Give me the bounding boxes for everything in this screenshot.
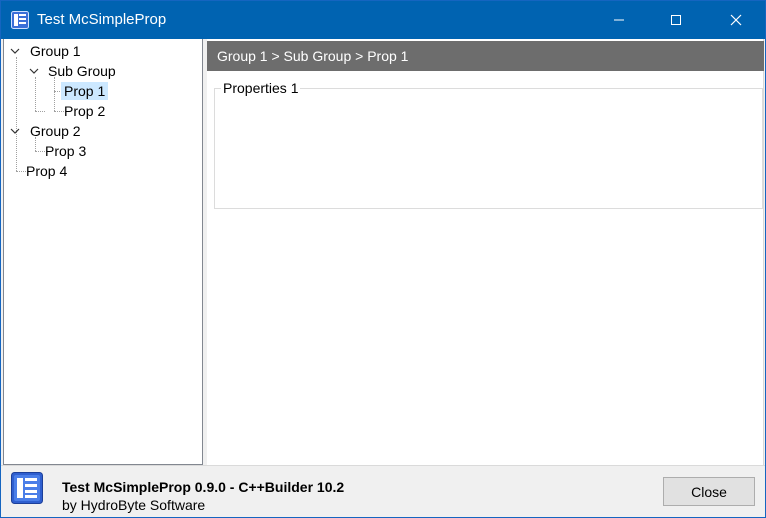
tree-node-label: Prop 2: [64, 103, 106, 119]
chevron-down-icon[interactable]: [9, 45, 21, 57]
app-version-title: Test McSimpleProp 0.9.0 - C++Builder 10.…: [62, 479, 345, 495]
minimize-button[interactable]: [596, 1, 642, 39]
tree-node-prop-3[interactable]: Prop 3: [42, 141, 89, 161]
app-window: Test McSimpleProp Group 1 Sub Group Prop…: [0, 0, 766, 518]
properties-groupbox: Properties 1: [214, 78, 763, 209]
tree-node-label: Group 2: [30, 123, 81, 139]
app-logo-icon: [11, 472, 43, 504]
close-button[interactable]: Close: [663, 477, 755, 506]
title-bar[interactable]: Test McSimpleProp: [1, 1, 765, 39]
tree-node-label: Prop 3: [45, 143, 87, 159]
app-vendor: by HydroByte Software: [62, 497, 206, 513]
tree-connector: [16, 57, 17, 171]
chevron-down-icon[interactable]: [28, 65, 40, 77]
breadcrumb: Group 1 > Sub Group > Prop 1: [207, 41, 764, 71]
maximize-button[interactable]: [653, 1, 699, 39]
tree-node-sub-group[interactable]: Sub Group: [28, 61, 119, 81]
tree-node-label: Prop 1: [61, 82, 109, 100]
tree-node-prop-4[interactable]: Prop 4: [23, 161, 70, 181]
minimize-icon: [614, 19, 624, 21]
maximize-icon: [671, 15, 681, 25]
app-icon: [11, 11, 29, 29]
property-panel: Group 1 > Sub Group > Prop 1 Properties …: [207, 39, 764, 465]
window-title: Test McSimpleProp: [37, 11, 167, 28]
tree-node-group-2[interactable]: Group 2: [9, 121, 84, 141]
close-icon: [730, 14, 742, 26]
tree-connector: [35, 111, 45, 112]
close-window-button[interactable]: [713, 1, 759, 39]
tree-connector: [35, 77, 36, 111]
tree-connector: [54, 77, 55, 111]
groupbox-caption: Properties 1: [221, 78, 301, 98]
footer: Test McSimpleProp 0.9.0 - C++Builder 10.…: [1, 465, 765, 517]
tree-node-label: Group 1: [30, 43, 81, 59]
tree-view[interactable]: Group 1 Sub Group Prop 1 Prop 2 Group 2 …: [3, 39, 203, 465]
tree-node-group-1[interactable]: Group 1: [9, 41, 84, 61]
chevron-down-icon[interactable]: [9, 125, 21, 137]
tree-node-label: Sub Group: [48, 63, 116, 79]
tree-node-prop-1[interactable]: Prop 1: [61, 81, 109, 101]
tree-node-label: Prop 4: [26, 163, 68, 179]
tree-node-prop-2[interactable]: Prop 2: [61, 101, 108, 121]
